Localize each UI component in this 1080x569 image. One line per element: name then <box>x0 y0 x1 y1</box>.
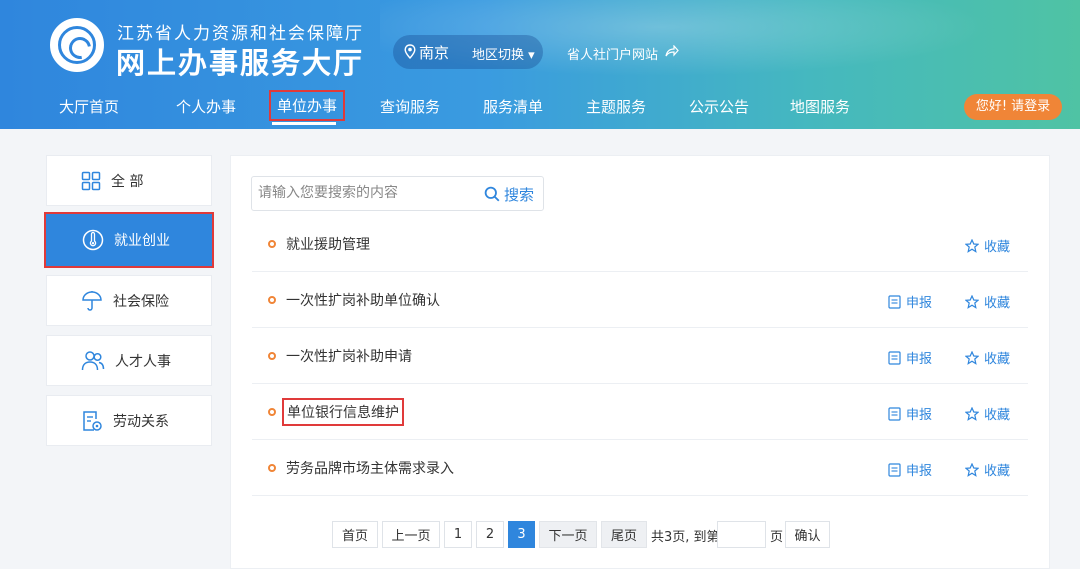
star-icon <box>965 294 979 309</box>
portal-link[interactable]: 省人社门户网站 <box>567 44 658 63</box>
site-name: 网上办事服务大厅 <box>116 46 365 80</box>
share-arrow-icon[interactable] <box>665 45 679 57</box>
apply-button[interactable]: 申报 <box>888 348 932 367</box>
pagination-next[interactable]: 下一页 <box>539 521 597 548</box>
current-city: 南京 <box>419 44 450 62</box>
item-title[interactable]: 单位银行信息维护 <box>282 398 404 426</box>
bullet-icon <box>268 464 276 472</box>
search-icon <box>484 186 500 202</box>
favorite-button[interactable]: 收藏 <box>965 292 1010 311</box>
sidebar-item-labor-relations[interactable]: 劳动关系 <box>46 395 212 446</box>
star-icon <box>965 406 979 421</box>
apply-label: 申报 <box>906 352 933 367</box>
nav-home[interactable]: 大厅首页 <box>59 96 119 117</box>
favorite-button[interactable]: 收藏 <box>965 404 1010 423</box>
apply-button[interactable]: 申报 <box>888 292 932 311</box>
star-icon <box>965 350 979 365</box>
apply-button[interactable]: 申报 <box>888 404 932 423</box>
thermometer-circle-icon <box>82 229 104 251</box>
favorite-label: 收藏 <box>984 408 1011 423</box>
bullet-icon <box>268 240 276 248</box>
nav-map[interactable]: 地图服务 <box>790 96 850 117</box>
sidebar-item-label: 劳动关系 <box>113 413 169 430</box>
ministry-logo-icon <box>50 18 104 72</box>
pagination-prev[interactable]: 上一页 <box>382 521 440 548</box>
list-item: 劳务品牌市场主体需求录入 申报 收藏 <box>252 440 1028 496</box>
pagination-total: 共3页, 到第 <box>651 530 720 545</box>
sidebar-item-employment[interactable]: 就业创业 <box>44 212 214 268</box>
list-item: 就业援助管理 收藏 <box>252 216 1028 272</box>
apply-label: 申报 <box>906 408 933 423</box>
list-item: 一次性扩岗补助申请 申报 收藏 <box>252 328 1028 384</box>
nav-notices[interactable]: 公示公告 <box>689 96 749 117</box>
pagination-confirm-button[interactable]: 确认 <box>785 521 830 548</box>
search-button[interactable]: 搜索 <box>484 183 534 205</box>
nav-active-underline <box>272 122 336 125</box>
sidebar-item-label: 人才人事 <box>115 353 171 370</box>
nav-employer[interactable]: 单位办事 <box>269 90 346 121</box>
nav-topics[interactable]: 主题服务 <box>586 96 646 117</box>
favorite-button[interactable]: 收藏 <box>965 236 1010 255</box>
apply-label: 申报 <box>906 296 933 311</box>
favorite-button[interactable]: 收藏 <box>965 460 1010 479</box>
nav-service-list[interactable]: 服务清单 <box>483 96 543 117</box>
umbrella-icon <box>82 290 102 311</box>
location-pin-icon <box>404 44 416 59</box>
bullet-icon <box>268 408 276 416</box>
nav-query[interactable]: 查询服务 <box>380 96 440 117</box>
pagination-page-input[interactable] <box>717 521 766 548</box>
star-icon <box>965 238 979 253</box>
form-icon <box>888 294 901 309</box>
favorite-label: 收藏 <box>984 240 1011 255</box>
favorite-label: 收藏 <box>984 296 1011 311</box>
star-icon <box>965 462 979 477</box>
apply-button[interactable]: 申报 <box>888 460 932 479</box>
pagination-page-2[interactable]: 2 <box>476 521 504 548</box>
favorite-button[interactable]: 收藏 <box>965 348 1010 367</box>
list-item: 单位银行信息维护 申报 收藏 <box>252 384 1028 440</box>
pagination-page-unit: 页 <box>770 530 784 545</box>
grid-icon <box>81 171 101 190</box>
document-settings-icon <box>83 410 102 431</box>
form-icon <box>888 406 901 421</box>
bullet-icon <box>268 296 276 304</box>
bullet-icon <box>268 352 276 360</box>
login-button[interactable]: 您好! 请登录 <box>964 94 1062 120</box>
search-button-label: 搜索 <box>504 185 535 204</box>
pagination-page-3[interactable]: 3 <box>508 521 535 548</box>
form-icon <box>888 462 901 477</box>
item-title[interactable]: 就业援助管理 <box>286 234 370 254</box>
apply-label: 申报 <box>906 464 933 479</box>
sidebar-item-label: 社会保险 <box>113 293 169 310</box>
item-title[interactable]: 一次性扩岗补助单位确认 <box>286 290 440 310</box>
nav-personal[interactable]: 个人办事 <box>176 96 236 117</box>
search-input[interactable] <box>258 183 478 203</box>
form-icon <box>888 350 901 365</box>
favorite-label: 收藏 <box>984 352 1011 367</box>
pagination-first[interactable]: 首页 <box>332 521 378 548</box>
sidebar-item-social-insurance[interactable]: 社会保险 <box>46 275 212 326</box>
item-title[interactable]: 一次性扩岗补助申请 <box>286 346 412 366</box>
pagination-last[interactable]: 尾页 <box>601 521 647 548</box>
sidebar-item-all[interactable]: 全 部 <box>46 155 212 206</box>
users-icon <box>81 350 105 370</box>
sidebar-item-label: 全 部 <box>111 173 144 190</box>
favorite-label: 收藏 <box>984 464 1011 479</box>
item-title[interactable]: 劳务品牌市场主体需求录入 <box>286 458 454 478</box>
list-item: 一次性扩岗补助单位确认 申报 收藏 <box>252 272 1028 328</box>
sidebar-item-talent[interactable]: 人才人事 <box>46 335 212 386</box>
sidebar-item-label: 就业创业 <box>114 233 170 249</box>
region-switch-button[interactable]: 地区切换 ▾ <box>472 44 535 63</box>
pagination-page-1[interactable]: 1 <box>444 521 472 548</box>
